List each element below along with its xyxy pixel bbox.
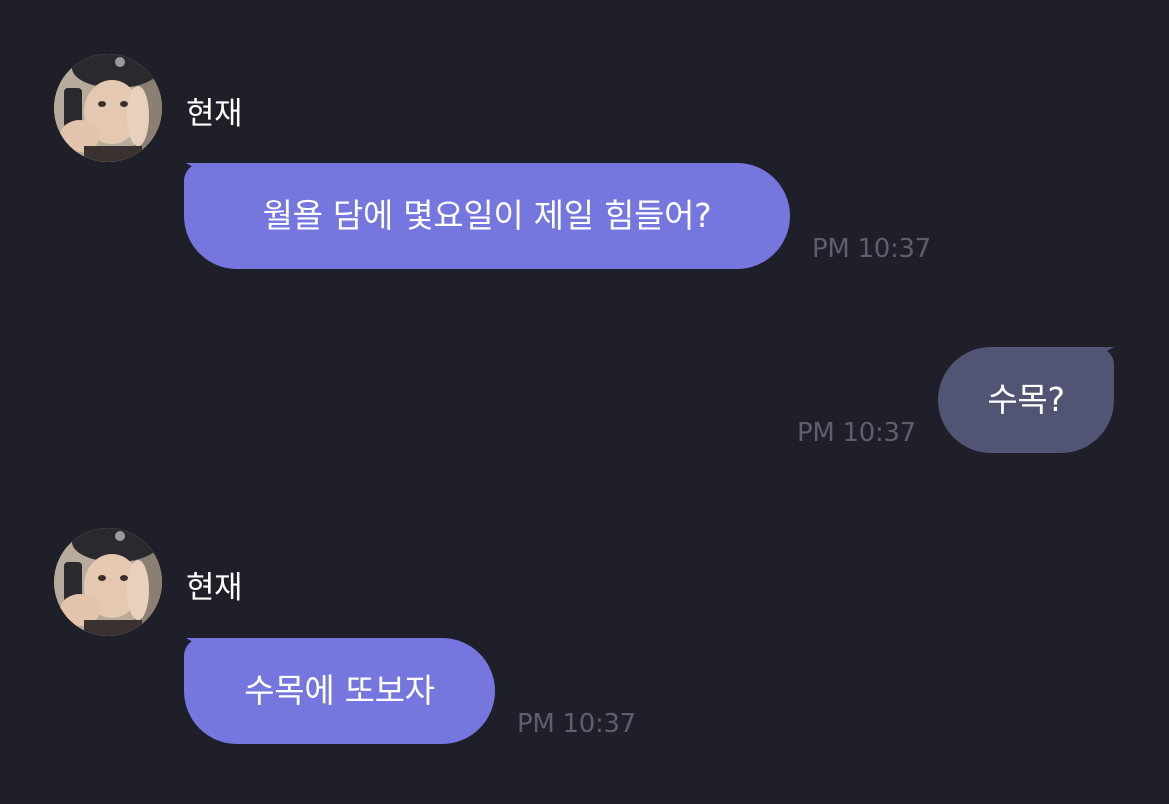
sender-name: 현재 xyxy=(186,570,243,606)
message-bubble[interactable]: 수목에 또보자 xyxy=(184,638,495,744)
profile-photo-icon xyxy=(54,528,162,636)
message-bubble[interactable]: 수목? xyxy=(938,347,1114,453)
profile-photo-icon xyxy=(54,54,162,162)
message-timestamp: PM 10:37 xyxy=(797,418,916,448)
message-bubble[interactable]: 월욜 담에 몇요일이 제일 힘들어? xyxy=(184,163,790,269)
sender-avatar[interactable] xyxy=(54,528,162,636)
sender-avatar[interactable] xyxy=(54,54,162,162)
message-timestamp: PM 10:37 xyxy=(812,234,931,264)
sender-name: 현재 xyxy=(186,96,243,132)
message-timestamp: PM 10:37 xyxy=(517,709,636,739)
